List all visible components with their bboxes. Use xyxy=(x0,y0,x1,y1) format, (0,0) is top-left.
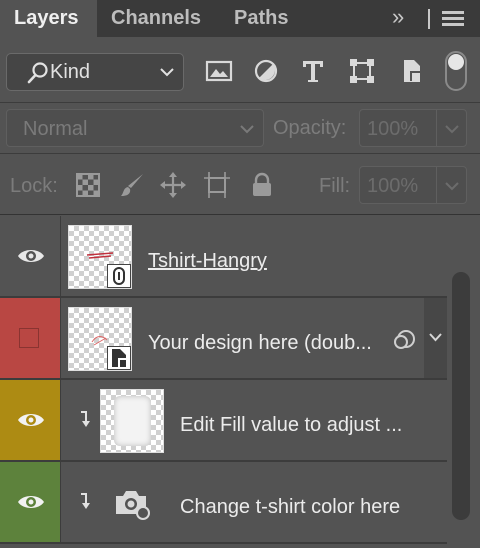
layer-name[interactable]: Change t-shirt color here xyxy=(180,496,400,519)
lock-transparent-pixels-icon[interactable] xyxy=(75,172,101,198)
layer-row[interactable]: Your design here (doub... xyxy=(0,298,447,380)
clipping-mask-arrow-icon xyxy=(81,493,90,509)
visibility-toggle[interactable] xyxy=(0,216,61,296)
camera-adjustment-icon[interactable] xyxy=(114,488,152,520)
lock-image-pixels-icon[interactable] xyxy=(119,172,145,198)
blend-row: Normal Opacity: 100% xyxy=(0,104,480,154)
layer-thumbnail[interactable] xyxy=(68,225,132,289)
smart-object-filter-icon[interactable] xyxy=(398,57,426,85)
layer-filter-row: Kind xyxy=(0,37,480,103)
layer-row[interactable]: Tshirt-Hangry xyxy=(0,216,447,298)
artwork-thumbnail-marks xyxy=(86,252,114,259)
fill-field[interactable]: 100% xyxy=(359,166,467,204)
clipping-mask-arrow-icon xyxy=(81,411,90,427)
filter-kind-label: Kind xyxy=(50,61,91,83)
layers-list: Tshirt-Hangry Your design here (doub... xyxy=(0,216,447,548)
layer-row[interactable]: Change t-shirt color here xyxy=(0,462,447,544)
blend-mode-label: Normal xyxy=(23,118,88,140)
layers-scrollbar-thumb[interactable] xyxy=(452,272,470,520)
chevron-down-icon xyxy=(429,333,442,342)
opacity-field[interactable]: 100% xyxy=(359,109,467,147)
layer-row[interactable]: Edit Fill value to adjust ... xyxy=(0,380,447,462)
visibility-toggle[interactable] xyxy=(0,298,61,378)
lock-row: Lock: Fill: 100% xyxy=(0,155,480,215)
tab-paths[interactable]: Paths xyxy=(220,0,310,37)
double-chevron-right-icon[interactable]: » xyxy=(392,4,404,30)
panel-menu-icon[interactable] xyxy=(442,11,464,29)
fill-value: 100% xyxy=(367,175,419,197)
lock-artboard-icon[interactable] xyxy=(204,172,230,198)
layer-name[interactable]: Your design here (doub... xyxy=(148,332,372,355)
tab-divider xyxy=(428,9,430,29)
lock-label: Lock: xyxy=(10,175,58,197)
shirt-fill-shape xyxy=(114,396,151,446)
layer-thumbnail[interactable] xyxy=(100,389,164,453)
layer-name[interactable]: Edit Fill value to adjust ... xyxy=(180,414,402,437)
search-icon xyxy=(27,62,48,84)
eye-icon xyxy=(18,496,44,508)
tab-channels[interactable]: Channels xyxy=(97,0,219,37)
shape-filter-icon[interactable] xyxy=(348,57,376,85)
linked-smart-object-icon xyxy=(107,264,131,288)
chevron-down-icon xyxy=(240,125,254,134)
type-filter-icon[interactable] xyxy=(299,57,327,85)
chevron-down-icon xyxy=(160,68,174,77)
fill-label: Fill: xyxy=(319,175,351,197)
eye-icon xyxy=(18,250,44,262)
chevron-down-icon[interactable] xyxy=(444,118,460,140)
panel-tab-bar: Layers Channels Paths » xyxy=(0,0,480,37)
opacity-value: 100% xyxy=(367,118,419,140)
visibility-toggle[interactable] xyxy=(0,462,61,542)
eye-icon xyxy=(18,414,44,426)
layer-thumbnail[interactable] xyxy=(68,307,132,371)
image-filter-icon[interactable] xyxy=(205,57,233,85)
layer-effects-icon[interactable] xyxy=(393,328,419,350)
expand-effects-button[interactable] xyxy=(424,298,447,378)
filter-toggle[interactable] xyxy=(445,51,467,91)
blend-mode-select[interactable]: Normal xyxy=(6,109,264,147)
visibility-toggle[interactable] xyxy=(0,380,61,460)
smart-object-icon xyxy=(107,346,131,370)
chevron-down-icon[interactable] xyxy=(444,175,460,197)
adjustment-filter-icon[interactable] xyxy=(252,57,280,85)
lock-all-icon[interactable] xyxy=(249,172,275,198)
tab-layers[interactable]: Layers xyxy=(0,0,97,37)
lock-position-icon[interactable] xyxy=(160,172,186,198)
layer-name[interactable]: Tshirt-Hangry xyxy=(148,250,267,273)
opacity-label: Opacity: xyxy=(273,117,347,139)
hidden-visibility-box xyxy=(19,328,39,348)
filter-kind-select[interactable]: Kind xyxy=(6,53,184,91)
